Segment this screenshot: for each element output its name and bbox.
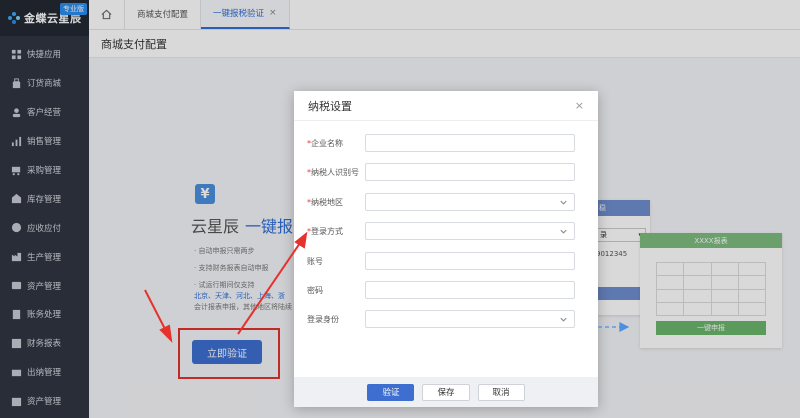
text-input[interactable]	[365, 163, 575, 182]
field-label-text: 纳税地区	[311, 197, 343, 207]
field-label-text: 登录身份	[307, 315, 339, 325]
text-input[interactable]	[365, 134, 575, 152]
close-icon[interactable]: ×	[575, 99, 584, 112]
modal-title: 纳税设置	[308, 99, 352, 113]
text-input[interactable]	[365, 251, 575, 270]
field-label: *纳税地区	[307, 197, 343, 208]
select-field[interactable]	[365, 310, 575, 329]
verify-button[interactable]: 验证	[367, 383, 415, 401]
field-label-text: 账号	[307, 256, 323, 266]
chevron-down-icon	[560, 200, 567, 205]
field-label-text: 登录方式	[311, 227, 343, 237]
field-label: 账号	[307, 256, 323, 267]
text-input[interactable]	[365, 281, 575, 299]
form-row: 账号	[294, 251, 598, 272]
field-label-text: 密码	[307, 286, 323, 295]
field-label: 登录身份	[307, 314, 339, 325]
form-row: *纳税地区	[294, 192, 598, 213]
tax-settings-modal: 纳税设置 × *企业名称 *纳税人识别号 *纳税地区 *登录方式账号密码登录身份 验证…	[294, 91, 598, 407]
field-label: 密码	[307, 285, 323, 296]
form-row: 登录身份	[294, 310, 598, 330]
cancel-button[interactable]: 取消	[477, 383, 525, 401]
field-label-text: 企业名称	[311, 139, 343, 148]
save-button[interactable]: 保存	[422, 383, 470, 401]
select-field[interactable]	[365, 222, 575, 241]
chevron-down-icon	[560, 229, 567, 234]
field-label-text: 纳税人识别号	[311, 168, 359, 178]
form-row: *企业名称	[294, 134, 598, 154]
form-row: 密码	[294, 281, 598, 301]
chevron-down-icon	[560, 318, 567, 323]
select-field[interactable]	[365, 192, 575, 211]
field-label: *企业名称	[307, 138, 343, 149]
field-label: *纳税人识别号	[307, 167, 359, 178]
form-row: *纳税人识别号	[294, 163, 598, 183]
form-row: *登录方式	[294, 222, 598, 242]
field-label: *登录方式	[307, 226, 343, 237]
modal-footer: 验证 保存 取消	[294, 377, 598, 407]
modal-header: 纳税设置 ×	[294, 91, 598, 121]
